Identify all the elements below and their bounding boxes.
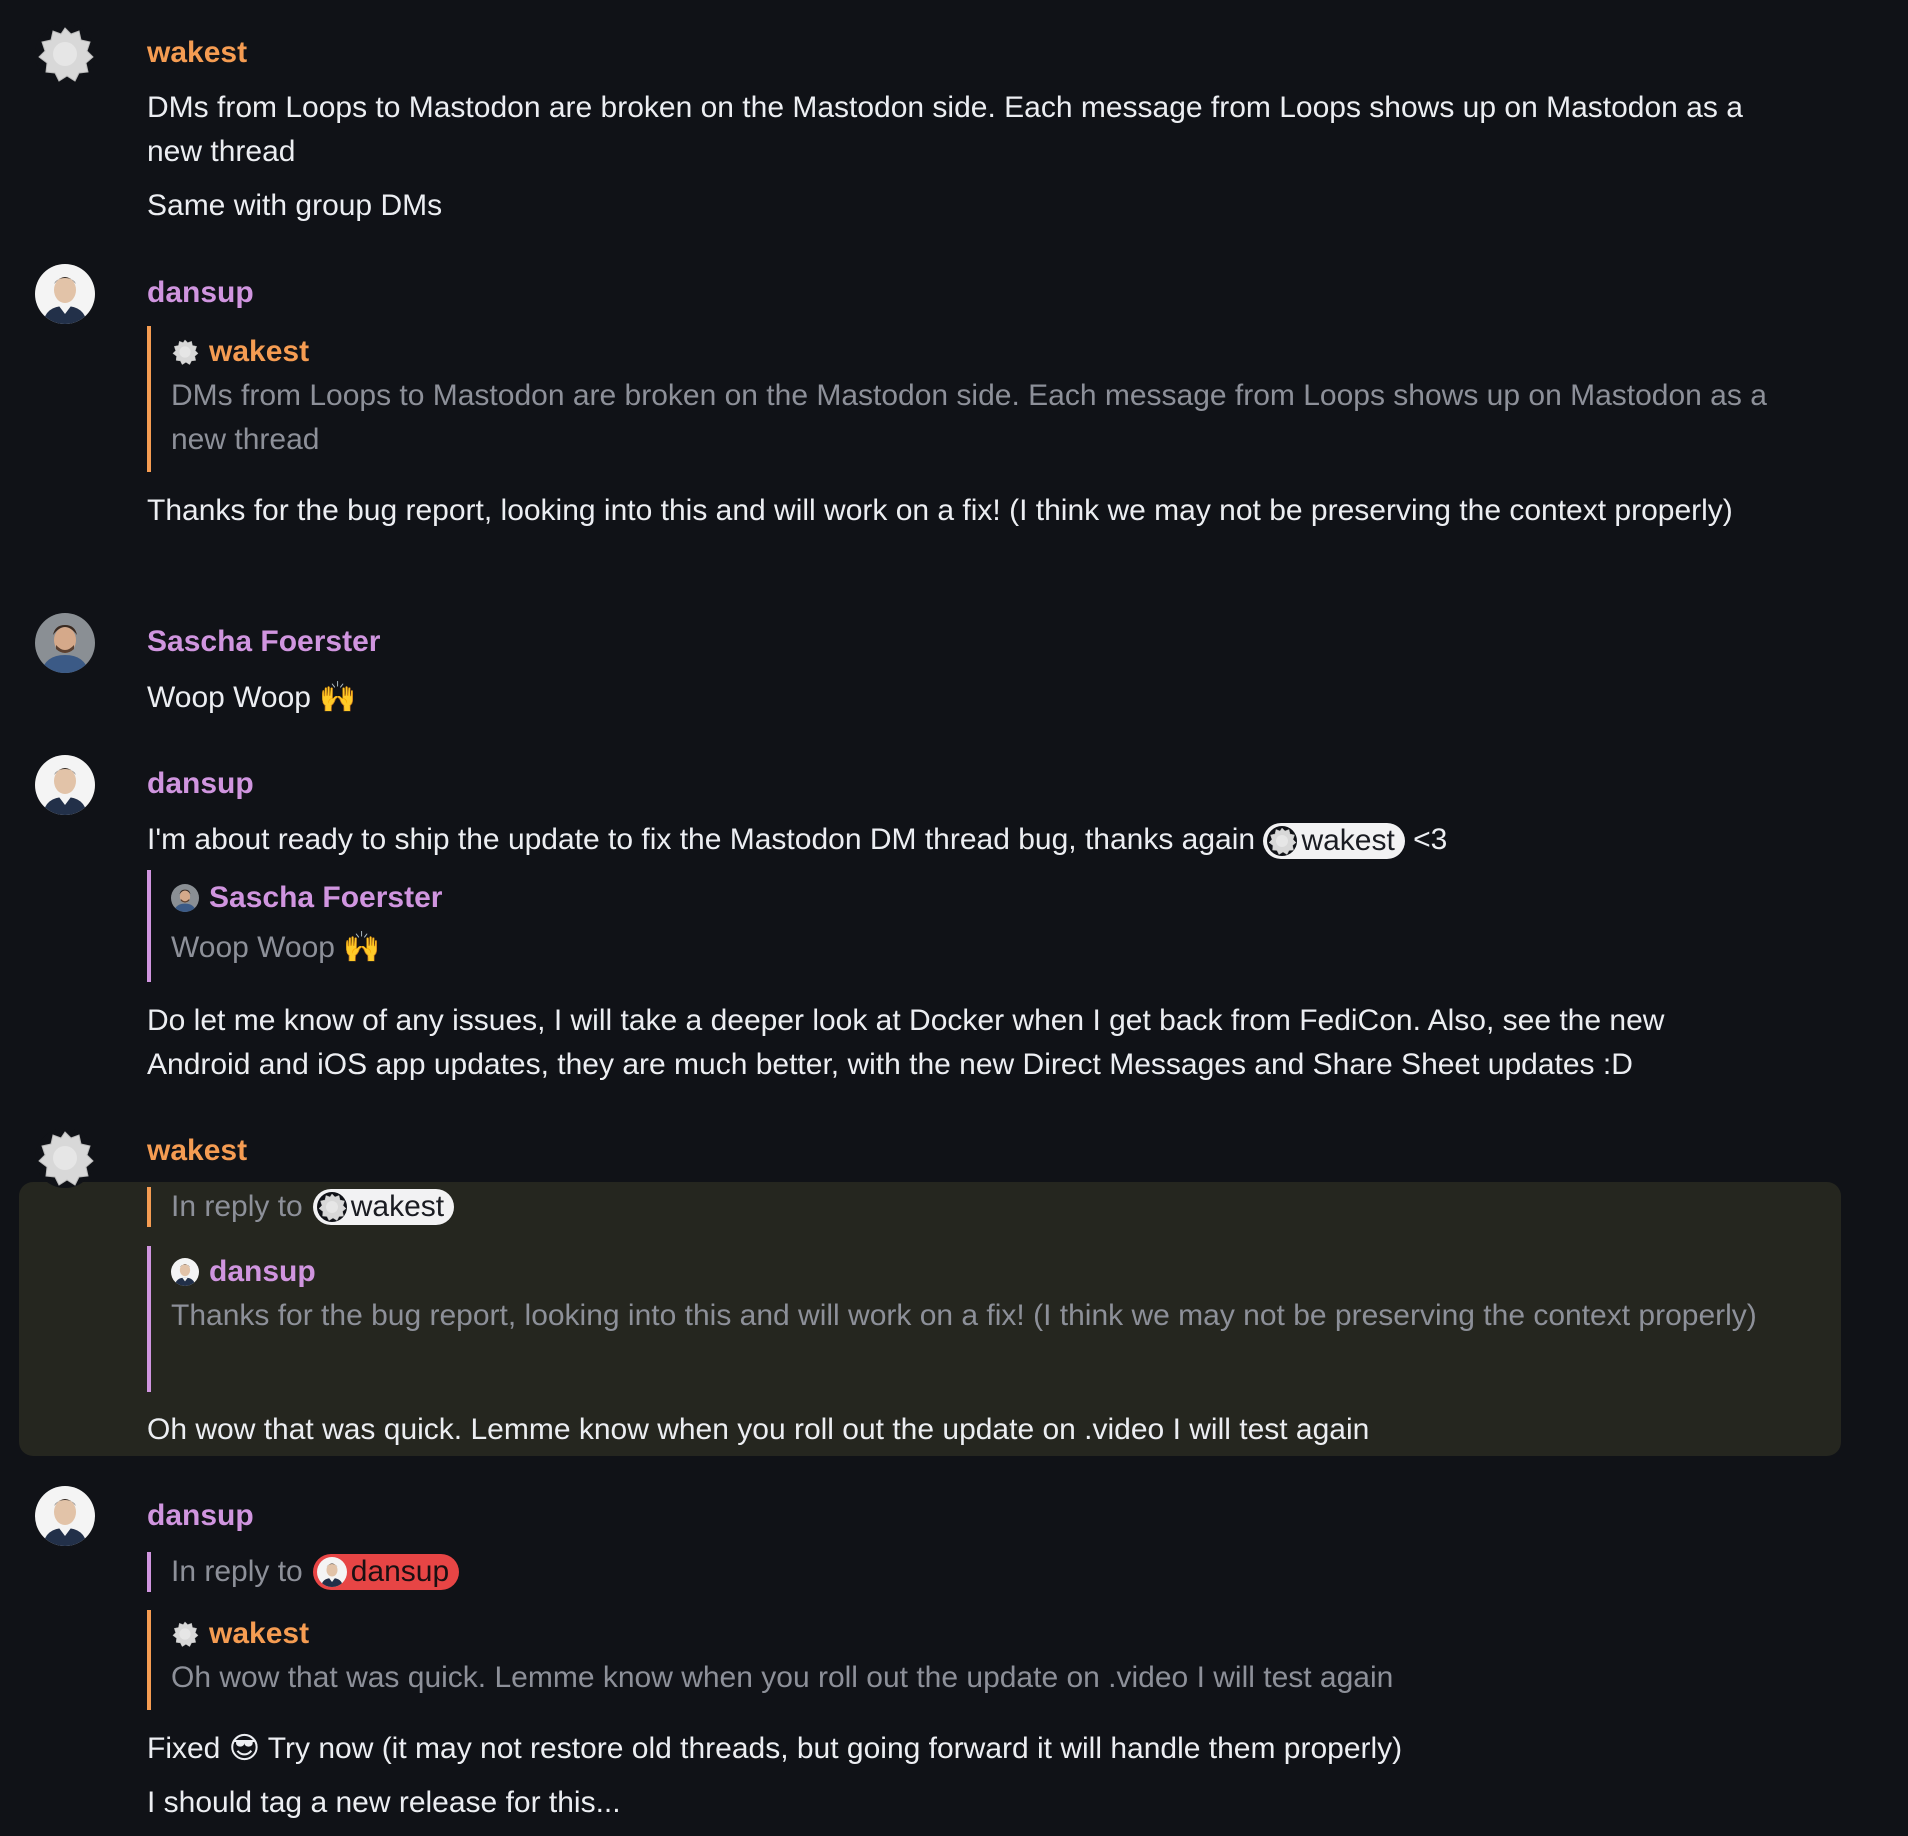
author-name[interactable]: wakest — [147, 35, 247, 71]
in-reply-to-label: In reply to — [171, 1555, 303, 1588]
quote-author: wakest — [209, 1617, 310, 1650]
in-reply-to[interactable]: In reply to wakest — [147, 1187, 455, 1227]
quoted-message[interactable]: wakest Oh wow that was quick. Lemme know… — [147, 1610, 1787, 1710]
avatar-wakest-mini — [317, 1192, 347, 1222]
avatar-wakest-mini — [1267, 826, 1297, 856]
message-text-tail: Try now (it may not restore old threads,… — [267, 1732, 1403, 1765]
quote-text-body: Woop Woop — [171, 931, 335, 964]
in-reply-to-label: In reply to — [171, 1190, 303, 1223]
quote-text: DMs from Loops to Mastodon are broken on… — [171, 379, 1767, 456]
avatar-dansup[interactable] — [35, 1486, 95, 1546]
avatar-dansup-mini — [171, 1258, 199, 1286]
author-name[interactable]: dansup — [147, 1498, 254, 1534]
author-name[interactable]: Sascha Foerster — [147, 624, 380, 660]
message-feed: wakest DMs from Loops to Mastodon are br… — [0, 0, 1908, 1836]
mention-label: wakest — [1301, 824, 1395, 858]
avatar-sascha-mini — [171, 884, 199, 912]
message-text: I should tag a new release for this... — [147, 1786, 621, 1819]
message-text: Woop Woop 🙌 — [147, 676, 1767, 720]
avatar-dansup-mini — [317, 1557, 347, 1587]
sunglasses-emoji: 😎 — [228, 1731, 260, 1766]
author-name[interactable]: dansup — [147, 275, 254, 311]
avatar-wakest[interactable] — [35, 1128, 95, 1188]
quote-text: Oh wow that was quick. Lemme know when y… — [171, 1661, 1394, 1694]
mention-label: wakest — [350, 1190, 445, 1223]
mention-pill-dansup[interactable]: dansup — [312, 1554, 460, 1590]
message-text: DMs from Loops to Mastodon are broken on… — [147, 91, 1743, 168]
message-text-body: I'm about ready to ship the update to fi… — [147, 823, 1256, 856]
quoted-message[interactable]: dansup Thanks for the bug report, lookin… — [147, 1246, 1787, 1392]
author-name[interactable]: dansup — [147, 766, 254, 802]
message-text: Fixed 😎 Try now (it may not restore old … — [147, 1727, 1767, 1771]
raised-hands-emoji: 🙌 — [319, 680, 357, 715]
author-name[interactable]: wakest — [147, 1133, 247, 1169]
in-reply-to[interactable]: In reply to dansup — [147, 1552, 460, 1592]
message-text: I'm about ready to ship the update to fi… — [147, 818, 1767, 862]
avatar-wakest-mini — [171, 1620, 199, 1648]
message-text: Thanks for the bug report, looking into … — [147, 494, 1733, 527]
quoted-message[interactable]: Sascha Foerster Woop Woop 🙌 — [147, 870, 1787, 982]
message-text-tail: <3 — [1413, 823, 1448, 856]
quote-text: Woop Woop 🙌 — [171, 926, 1787, 970]
mention-label: dansup — [350, 1555, 450, 1588]
quote-author: wakest — [209, 335, 310, 368]
message-text-body: Woop Woop — [147, 681, 311, 714]
message-text: Do let me know of any issues, I will tak… — [147, 1004, 1665, 1081]
quote-author: dansup — [209, 1255, 316, 1288]
mention-pill-wakest[interactable]: wakest — [312, 1189, 455, 1225]
quoted-message[interactable]: wakest DMs from Loops to Mastodon are br… — [147, 326, 1787, 472]
avatar-dansup[interactable] — [35, 264, 95, 324]
quote-author: Sascha Foerster — [209, 881, 443, 914]
avatar-sascha[interactable] — [35, 613, 95, 673]
message-text: Oh wow that was quick. Lemme know when y… — [147, 1413, 1370, 1446]
avatar-dansup[interactable] — [35, 755, 95, 815]
message-text: Same with group DMs — [147, 189, 443, 222]
message-text-body: Fixed — [147, 1732, 221, 1765]
raised-hands-emoji: 🙌 — [343, 930, 381, 965]
avatar-wakest[interactable] — [35, 24, 95, 84]
mention-pill-wakest[interactable]: wakest — [1263, 823, 1405, 860]
avatar-wakest-mini — [171, 338, 199, 366]
quote-text: Thanks for the bug report, looking into … — [171, 1299, 1757, 1332]
